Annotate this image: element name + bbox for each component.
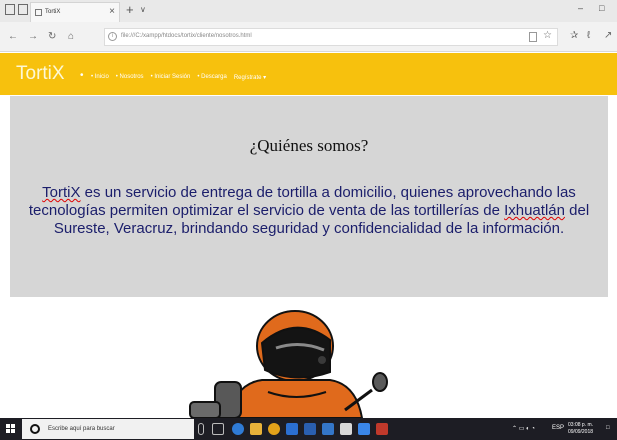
- word-icon[interactable]: [304, 423, 316, 435]
- place-mention: Ixhuatlán: [504, 202, 565, 219]
- nav-link-descarga[interactable]: • Descarga: [197, 74, 226, 81]
- nav-links: • Inicio • Nosotros • Iniciar Sesión • D…: [91, 74, 266, 81]
- site-brand[interactable]: TortiX: [16, 63, 65, 85]
- photos-icon[interactable]: [322, 423, 334, 435]
- edge-icon[interactable]: [232, 423, 244, 435]
- home-button[interactable]: ⌂: [68, 31, 74, 42]
- windows-start-icon[interactable]: [6, 424, 16, 434]
- cortana-icon[interactable]: [30, 424, 40, 434]
- search-placeholder[interactable]: Escribe aquí para buscar: [48, 426, 115, 432]
- about-panel: ¿Quiénes somos? TortiX es un servicio de…: [10, 96, 608, 297]
- file-explorer-icon[interactable]: [250, 423, 262, 435]
- windows-taskbar: Escribe aquí para buscar ⌃ ▭ ◐ ◔ ESP 03:…: [0, 418, 617, 440]
- page-favicon-icon: [35, 9, 42, 16]
- paragraph-text: es un servicio de entrega de tortilla a …: [28, 184, 576, 219]
- nav-bullet: •: [80, 70, 84, 81]
- about-paragraph: TortiX es un servicio de entrega de tort…: [22, 184, 596, 238]
- url-text[interactable]: file:///C:/xampp/htdocs/tortix/cliente/n…: [121, 33, 252, 39]
- refresh-button[interactable]: ↻: [48, 31, 56, 42]
- browser-titlebar: TortiX × + ∨ – □: [0, 0, 617, 22]
- tray-icons[interactable]: ⌃ ▭ ◐ ◔: [512, 425, 535, 432]
- favorite-star-icon[interactable]: ☆: [543, 30, 552, 41]
- nav-link-inicio[interactable]: • Inicio: [91, 74, 109, 81]
- taskbar-clock[interactable]: 03:08 p. m. 09/09/2018: [568, 422, 593, 436]
- delivery-rider-illustration: [189, 310, 388, 418]
- app-icon[interactable]: [376, 423, 388, 435]
- share-icon[interactable]: ↗: [604, 30, 612, 41]
- clock-date: 09/09/2018: [568, 429, 594, 435]
- new-tab-button[interactable]: +: [126, 2, 134, 17]
- mail-icon[interactable]: [358, 423, 370, 435]
- address-input[interactable]: i file:///C:/xampp/htdocs/tortix/cliente…: [104, 28, 558, 46]
- brand-mention: TortiX: [42, 184, 81, 201]
- nav-link-nosotros[interactable]: • Nosotros: [116, 74, 144, 81]
- site-info-icon[interactable]: i: [108, 32, 117, 41]
- nav-link-iniciar-sesion[interactable]: • Iniciar Sesión: [151, 74, 191, 81]
- chrome-icon[interactable]: [268, 423, 280, 435]
- address-toolbar: ← → ↻ ⌂ i file:///C:/xampp/htdocs/tortix…: [0, 22, 617, 52]
- tab-close-icon[interactable]: ×: [109, 6, 115, 17]
- web-note-icon[interactable]: ℓ: [587, 30, 590, 41]
- forward-button[interactable]: →: [28, 31, 38, 42]
- input-language[interactable]: ESP: [552, 425, 564, 431]
- browser-tab[interactable]: TortiX ×: [30, 2, 120, 22]
- site-navbar: TortiX • • Inicio • Nosotros • Iniciar S…: [0, 53, 617, 95]
- mic-icon[interactable]: [198, 423, 204, 435]
- tab-title: TortiX: [45, 9, 61, 15]
- back-button[interactable]: ←: [8, 31, 18, 42]
- tabs-aside-icon[interactable]: [5, 4, 15, 15]
- reading-view-icon[interactable]: [529, 32, 537, 42]
- task-view-icon[interactable]: [212, 423, 224, 435]
- store-icon[interactable]: [286, 423, 298, 435]
- favorites-hub-icon[interactable]: ✰: [570, 30, 578, 41]
- lock-icon[interactable]: [340, 423, 352, 435]
- tab-dropdown-icon[interactable]: ∨: [140, 5, 146, 14]
- maximize-button[interactable]: □: [599, 3, 604, 13]
- tab-preview-icon[interactable]: [18, 4, 28, 15]
- taskbar-search-box[interactable]: Escribe aquí para buscar: [22, 419, 194, 439]
- nav-link-registrate[interactable]: Regístrate ▾: [234, 74, 266, 81]
- notifications-icon[interactable]: □: [606, 425, 610, 431]
- minimize-button[interactable]: –: [578, 3, 583, 13]
- clock-time: 03:08 p. m.: [568, 422, 594, 428]
- page-title: ¿Quiénes somos?: [249, 136, 369, 155]
